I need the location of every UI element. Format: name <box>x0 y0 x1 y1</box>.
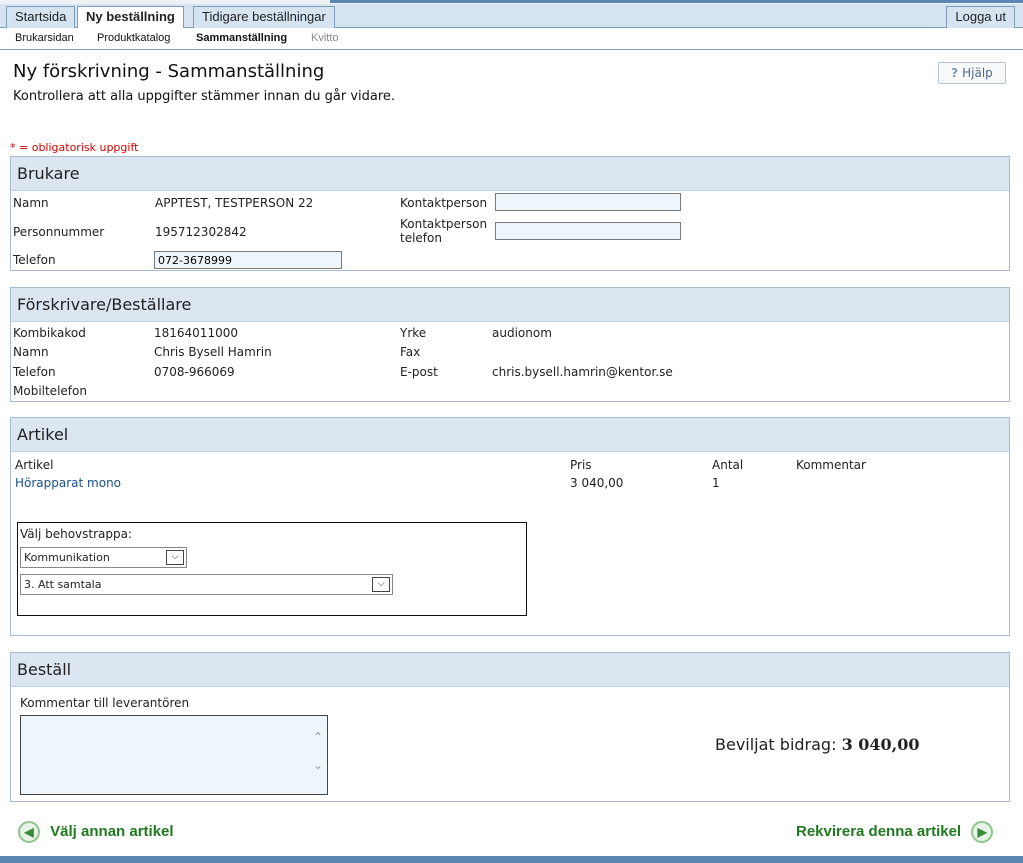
brukare-telefon-label: Telefon <box>13 253 56 267</box>
chevron-down-icon: ⌵ <box>372 577 390 592</box>
epost-label: E-post <box>400 365 438 379</box>
behovstrappa-box: Välj behovstrappa: Kommunikation ⌵ 3. At… <box>17 522 527 616</box>
bidrag-label: Beviljat bidrag: <box>715 735 837 754</box>
behovstrappa-label: Välj behovstrappa: <box>20 527 133 541</box>
arrow-right-icon: ▶ <box>971 821 994 843</box>
forskrivare-telefon-value: 0708-966069 <box>154 365 235 379</box>
tab-startsida[interactable]: Startsida <box>6 6 76 28</box>
scroll-down-icon[interactable]: ⌄ <box>313 758 323 772</box>
scroll-up-icon[interactable]: ⌃ <box>313 730 323 744</box>
mobiltelefon-label: Mobiltelefon <box>13 384 87 398</box>
kontaktperson-telefon-label-line1: Kontaktperson <box>400 217 488 231</box>
footer-navigation: ◀ Välj annan artikel Rekvirera denna art… <box>0 816 1023 848</box>
brukare-pnr-label: Personnummer <box>13 225 105 239</box>
kontaktperson-telefon-label: Kontaktperson telefon <box>400 217 487 245</box>
artikel-pris: 3 040,00 <box>570 476 624 490</box>
kontaktperson-telefon-input[interactable] <box>495 222 681 240</box>
top-accent-strip <box>330 0 1023 3</box>
rekvirera-button-label: Rekvirera denna artikel <box>796 822 962 840</box>
behovstrappa-select-step[interactable]: 3. Att samtala ⌵ <box>20 574 393 595</box>
forskrivare-telefon-label: Telefon <box>13 365 56 379</box>
col-pris-header: Pris <box>570 458 592 472</box>
brukare-telefon-input[interactable] <box>154 251 342 269</box>
panel-forskrivare: Förskrivare/Beställare Kombikakod 181640… <box>10 287 1010 402</box>
panel-brukare: Brukare Namn APPTEST, TESTPERSON 22 Pers… <box>10 156 1010 271</box>
page-subtitle: Kontrollera att alla uppgifter stämmer i… <box>13 89 396 104</box>
kontaktperson-input[interactable] <box>495 193 681 211</box>
kontaktperson-telefon-label-line2: telefon <box>400 231 442 245</box>
col-antal-header: Antal <box>712 458 744 472</box>
artikel-antal: 1 <box>712 476 720 490</box>
back-button[interactable]: ◀ Välj annan artikel <box>18 821 174 843</box>
kombikod-label: Kombikakod <box>13 326 86 340</box>
brukare-namn-value: APPTEST, TESTPERSON 22 <box>155 196 314 210</box>
panel-artikel: Artikel Artikel Pris Antal Kommentar Hör… <box>10 417 1010 636</box>
beviljat-bidrag: Beviljat bidrag: 3 040,00 <box>715 735 920 754</box>
chevron-down-icon: ⌵ <box>166 550 184 565</box>
tab-ny-bestallning[interactable]: Ny beställning <box>77 6 184 29</box>
main-content: Ny förskrivning - Sammanställning Kontro… <box>0 50 1023 856</box>
bottom-accent-bar <box>0 856 1023 863</box>
required-note: * = obligatorisk uppgift <box>10 141 139 154</box>
main-tabbar: Startsida Ny beställning Tidigare bestäl… <box>0 4 1023 29</box>
tab-tidigare-bestallningar[interactable]: Tidigare beställningar <box>193 6 335 28</box>
col-artikel-header: Artikel <box>15 458 54 472</box>
bidrag-value: 3 040,00 <box>841 735 920 754</box>
panel-artikel-heading: Artikel <box>11 418 1009 452</box>
forskrivare-namn-label: Namn <box>13 345 49 359</box>
subnav-produktkatalog[interactable]: Produktkatalog <box>97 32 170 44</box>
page-title: Ny förskrivning - Sammanställning <box>13 61 325 82</box>
behovstrappa-select-step-value: 3. Att samtala <box>24 578 102 591</box>
behovstrappa-select-category-value: Kommunikation <box>24 551 110 564</box>
epost-value: chris.bysell.hamrin@kentor.se <box>492 365 673 379</box>
kontaktperson-label: Kontaktperson <box>400 196 488 210</box>
panel-forskrivare-heading: Förskrivare/Beställare <box>11 288 1009 322</box>
arrow-left-icon: ◀ <box>18 821 40 843</box>
help-button[interactable]: ? Hjälp <box>938 62 1006 84</box>
comment-label: Kommentar till leverantören <box>20 696 190 710</box>
subnav-brukarsidan[interactable]: Brukarsidan <box>15 32 74 44</box>
brukare-pnr-value: 195712302842 <box>155 225 247 239</box>
brukare-namn-label: Namn <box>13 196 49 210</box>
panel-brukare-heading: Brukare <box>11 157 1009 191</box>
help-label: Hjälp <box>962 66 993 80</box>
rekvirera-button[interactable]: Rekvirera denna artikel ▶ <box>796 821 994 843</box>
subnav-kvitto: Kvitto <box>311 32 339 44</box>
forskrivare-namn-value: Chris Bysell Hamrin <box>154 345 272 359</box>
behovstrappa-select-category[interactable]: Kommunikation ⌵ <box>20 547 187 568</box>
fax-label: Fax <box>400 345 421 359</box>
subnav-sammanstallning[interactable]: Sammanställning <box>196 32 287 44</box>
back-button-label: Välj annan artikel <box>50 822 174 840</box>
panel-bestall: Beställ Kommentar till leverantören ⌃ ⌄ … <box>10 652 1010 802</box>
comment-textarea[interactable]: ⌃ ⌄ <box>20 715 328 795</box>
yrke-value: audionom <box>492 326 552 340</box>
panel-bestall-heading: Beställ <box>11 653 1009 687</box>
sub-navigation: Brukarsidan Produktkatalog Sammanställni… <box>0 28 1023 50</box>
help-icon: ? <box>951 66 959 80</box>
kombikod-value: 18164011000 <box>154 326 238 340</box>
yrke-label: Yrke <box>400 326 427 340</box>
col-kommentar-header: Kommentar <box>796 458 866 472</box>
artikel-link[interactable]: Hörapparat mono <box>15 476 121 490</box>
logout-button[interactable]: Logga ut <box>946 6 1015 28</box>
